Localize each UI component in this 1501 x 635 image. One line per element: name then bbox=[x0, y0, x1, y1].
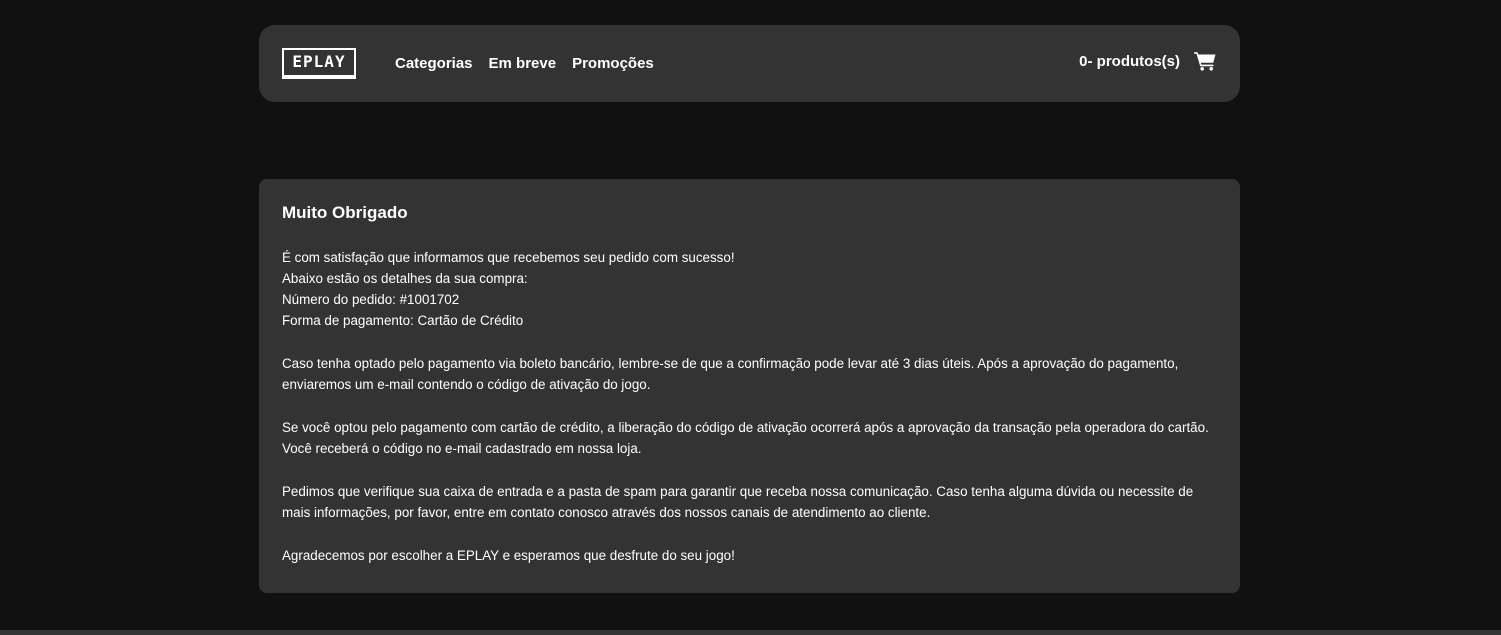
shopping-cart-icon[interactable] bbox=[1194, 51, 1216, 71]
footer-edge bbox=[0, 630, 1501, 635]
intro-line: É com satisfação que informamos que rece… bbox=[282, 250, 735, 265]
eplay-logo[interactable]: EPLAY bbox=[282, 48, 356, 79]
payment-method: Forma de pagamento: Cartão de Crédito bbox=[282, 313, 524, 328]
order-confirmation-panel: Muito Obrigado É com satisfação que info… bbox=[259, 179, 1240, 593]
page: EPLAY Categorias Em breve Promoções 0- p… bbox=[0, 0, 1501, 635]
boleto-paragraph: Caso tenha optado pelo pagamento via bol… bbox=[282, 356, 1179, 392]
order-number: Número do pedido: #1001702 bbox=[282, 292, 460, 307]
cart-button[interactable]: 0- produtos(s) bbox=[1079, 51, 1216, 71]
credit-card-paragraph: Se você optou pelo pagamento com cartão … bbox=[282, 420, 1209, 456]
nav-link-categorias[interactable]: Categorias bbox=[395, 55, 473, 73]
details-heading: Abaixo estão os detalhes da sua compra: bbox=[282, 271, 528, 286]
order-details: É com satisfação que informamos que rece… bbox=[282, 247, 1217, 331]
thanks-paragraph: Agradecemos por escolher a EPLAY e esper… bbox=[282, 548, 735, 563]
spam-check-paragraph: Pedimos que verifique sua caixa de entra… bbox=[282, 484, 1194, 520]
page-title: Muito Obrigado bbox=[282, 203, 408, 222]
nav-link-em-breve[interactable]: Em breve bbox=[489, 55, 557, 73]
site-header: EPLAY Categorias Em breve Promoções 0- p… bbox=[259, 25, 1240, 102]
cart-count-label: 0- produtos(s) bbox=[1079, 52, 1180, 70]
main-nav: Categorias Em breve Promoções bbox=[395, 55, 654, 73]
nav-link-promocoes[interactable]: Promoções bbox=[572, 55, 654, 73]
